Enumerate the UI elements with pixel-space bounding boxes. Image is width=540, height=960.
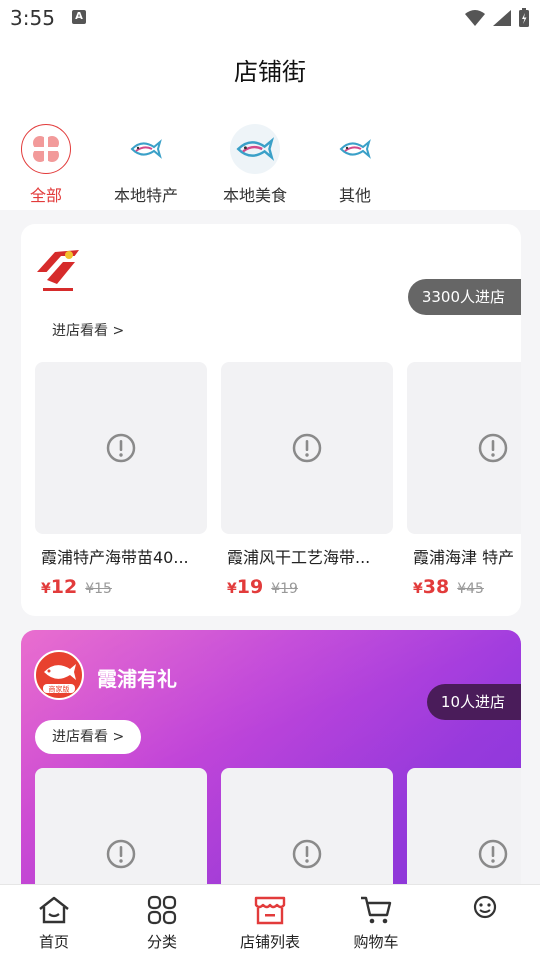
tab-label: 购物车 [353, 933, 399, 951]
visitor-count-badge: 10人进店 [426, 684, 521, 720]
all-icon [21, 124, 71, 174]
image-error-icon [106, 839, 136, 869]
profile-icon [440, 893, 530, 921]
image-error-icon [106, 433, 136, 463]
product-name: 霞浦海津 特产 [413, 548, 515, 567]
product-card[interactable]: 霞浦特产海带苗40... ¥12 ¥15 [35, 362, 207, 598]
tab-category[interactable]: 分类 [117, 893, 207, 952]
product-name: 霞浦风干工艺海带... [227, 548, 371, 567]
category-local-food[interactable]: 本地美食 [210, 124, 300, 206]
tab-label: 店铺列表 [239, 933, 300, 951]
tab-store-list[interactable]: 店铺列表 [225, 893, 315, 952]
image-error-icon [478, 839, 508, 869]
store-name: 霞浦有礼 [97, 667, 177, 691]
price: ¥38 [413, 576, 450, 598]
category-bar: 全部 本地特产 本地美食 其他 [0, 112, 540, 210]
tab-home[interactable]: 首页 [9, 893, 99, 952]
original-price: ¥15 [85, 581, 112, 597]
category-all[interactable]: 全部 [1, 124, 91, 206]
product-name: 霞浦特产海带苗40... [41, 548, 189, 567]
cart-icon [331, 893, 421, 927]
product-list: 霞浦特产海带苗40... ¥12 ¥15 霞浦风干工艺海带... ¥19 ¥19… [35, 362, 521, 598]
fish-icon [330, 124, 380, 174]
header: 店铺街 [0, 36, 540, 112]
enter-store-link[interactable]: 进店看看 > [35, 720, 142, 754]
fish-icon [121, 124, 171, 174]
price-row: ¥19 ¥19 [221, 576, 393, 598]
enter-store-link[interactable]: 进店看看 > [35, 314, 141, 348]
original-price: ¥45 [457, 581, 484, 597]
category-other[interactable]: 其他 [310, 124, 400, 206]
page-title: 店铺街 [234, 58, 306, 86]
image-error-icon [292, 433, 322, 463]
product-image [221, 362, 393, 534]
battery-icon [519, 8, 529, 27]
category-label: 其他 [338, 186, 371, 205]
status-icons [464, 8, 530, 28]
fish-icon [230, 124, 280, 174]
store-card[interactable]: 3300人进店 进店看看 > 霞浦特产海带苗40... ¥12 ¥15 霞浦风干… [21, 224, 521, 616]
store-logo: 商家版 [34, 650, 84, 700]
store-icon [225, 893, 315, 927]
price: ¥12 [41, 576, 78, 598]
signal-icon [493, 10, 511, 26]
product-card[interactable]: 霞浦海津 特产 ¥38 ¥45 [407, 362, 521, 598]
notification-icon: A [72, 10, 86, 24]
grid-icon [117, 893, 207, 927]
category-label: 本地特产 [113, 186, 178, 205]
category-local-specialty[interactable]: 本地特产 [101, 124, 191, 206]
tab-profile[interactable] [440, 893, 530, 925]
image-error-icon [292, 839, 322, 869]
product-image [35, 362, 207, 534]
price: ¥19 [227, 576, 264, 598]
tab-cart[interactable]: 购物车 [331, 893, 421, 952]
status-time: 3:55 [10, 6, 55, 30]
image-error-icon [478, 433, 508, 463]
original-price: ¥19 [271, 581, 298, 597]
home-icon [9, 893, 99, 927]
category-label: 全部 [29, 186, 62, 205]
wifi-icon [465, 10, 485, 26]
category-label: 本地美食 [222, 186, 287, 205]
svg-text:商家版: 商家版 [49, 685, 70, 694]
price-row: ¥38 ¥45 [407, 576, 521, 598]
product-card[interactable]: 霞浦风干工艺海带... ¥19 ¥19 [221, 362, 393, 598]
bottom-tab-bar: 首页 分类 店铺列表 购物车 [0, 884, 540, 960]
status-bar: 3:55 A [0, 0, 540, 36]
tab-label: 首页 [38, 933, 69, 951]
product-image [407, 362, 521, 534]
price-row: ¥12 ¥15 [35, 576, 207, 598]
visitor-count-badge: 3300人进店 [407, 279, 521, 315]
store-logo [33, 242, 85, 298]
tab-label: 分类 [146, 933, 177, 951]
